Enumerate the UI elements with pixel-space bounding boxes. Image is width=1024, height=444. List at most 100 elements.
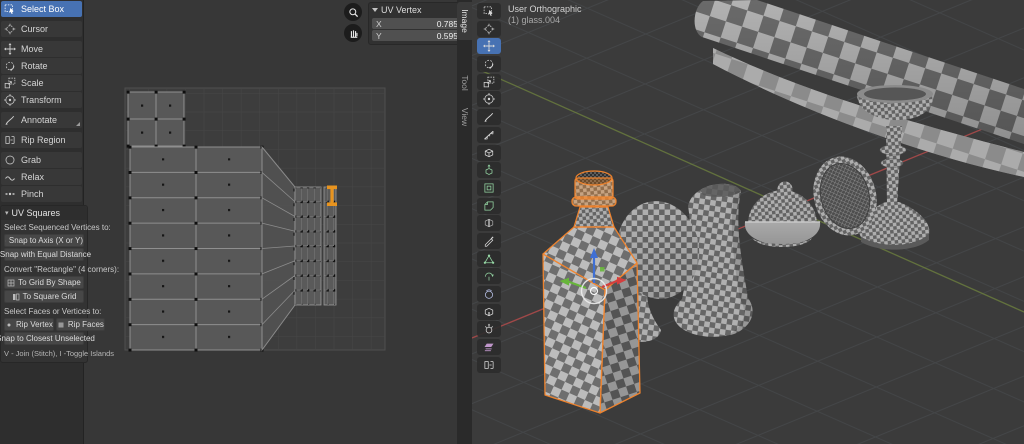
tool-spin[interactable]	[477, 268, 501, 284]
tool-label: Grab	[21, 155, 41, 165]
tab-image[interactable]: Image	[457, 2, 472, 40]
uv-editor-region: Select Box Cursor Move Rotate Scale Tran…	[0, 0, 472, 444]
pinch-icon	[4, 188, 16, 200]
tool-scale[interactable]	[477, 74, 501, 90]
tool-extrude-region[interactable]	[477, 162, 501, 178]
snap-closest-unselected-button[interactable]: Snap to Closest Unselected	[4, 332, 84, 345]
tool-smooth[interactable]	[477, 286, 501, 302]
tool-pinch[interactable]: Pinch	[1, 186, 82, 202]
tool-annotate[interactable]: Annotate	[1, 112, 82, 128]
tool-shrink-fatten[interactable]	[477, 321, 501, 337]
rip-faces-button[interactable]: Rip Faces	[56, 318, 105, 331]
tool-loop-cut[interactable]	[477, 215, 501, 231]
uv-island-small[interactable]	[127, 91, 187, 149]
tool-scale[interactable]: Scale	[1, 75, 82, 91]
to-grid-by-shape-button[interactable]: To Grid By Shape	[4, 276, 84, 289]
tab-label: Tool	[460, 75, 470, 91]
tab-label: View	[460, 108, 470, 126]
viewport-3d-region: User Orthographic (1) glass.004	[472, 0, 1024, 444]
grab-icon	[4, 154, 16, 166]
tab-view[interactable]: View	[457, 102, 472, 132]
tool-knife[interactable]	[477, 233, 501, 249]
button-label: Rip Vertex	[16, 320, 53, 329]
rotate-icon	[4, 60, 16, 72]
scale-icon	[4, 77, 16, 89]
tool-select-box[interactable]	[477, 3, 501, 19]
tool-label: Transform	[21, 95, 62, 105]
panel-title: UV Vertex	[381, 5, 422, 15]
shear-icon	[483, 341, 495, 353]
uv-vertex-header[interactable]: UV Vertex	[372, 5, 462, 17]
y-label: Y	[376, 31, 437, 41]
shrink-fatten-icon	[483, 323, 495, 335]
annotate-icon	[4, 114, 16, 126]
tool-cursor[interactable]	[477, 21, 501, 37]
tool-label: Cursor	[21, 24, 48, 34]
button-label: Rip Faces	[68, 320, 104, 329]
pan-button[interactable]	[344, 24, 362, 42]
tool-transform[interactable]: Transform	[1, 92, 82, 108]
rip-vertex-button[interactable]: Rip Vertex	[4, 318, 54, 331]
spin-icon	[483, 270, 495, 282]
snap-equal-distance-button[interactable]: Snap with Equal Distance	[4, 248, 84, 261]
uv-island-large[interactable]	[129, 146, 266, 354]
tool-poly-build[interactable]	[477, 251, 501, 267]
tool-rotate[interactable]	[477, 56, 501, 72]
tool-edge-slide[interactable]	[477, 304, 501, 320]
button-label: Snap to Axis (X or Y)	[9, 236, 83, 245]
zoom-button[interactable]	[344, 3, 362, 21]
to-square-grid-button[interactable]: To Square Grid	[4, 290, 84, 303]
snap-to-axis-button[interactable]: Snap to Axis (X or Y)	[4, 234, 84, 247]
tool-rip-region[interactable]: Rip Region	[1, 132, 82, 148]
tool-move[interactable]	[477, 38, 501, 54]
collapse-arrow-icon: ▾	[5, 209, 9, 217]
tool-label: Annotate	[21, 115, 57, 125]
tool-measure[interactable]	[477, 127, 501, 143]
tool-cursor[interactable]: Cursor	[1, 21, 82, 37]
tool-add-cube[interactable]	[477, 145, 501, 161]
square-grid-icon	[12, 293, 20, 301]
cursor-icon	[483, 23, 495, 35]
tool-rip-region[interactable]	[477, 357, 501, 373]
transform-icon	[483, 93, 495, 105]
poly-build-icon	[483, 253, 495, 265]
viewport-3d-canvas[interactable]	[472, 0, 1024, 444]
tool-rotate[interactable]: Rotate	[1, 58, 82, 74]
uv-vertex-y-field[interactable]: Y 0.595	[372, 30, 462, 41]
arrows-lr-icon	[5, 237, 6, 245]
loop-cut-icon	[483, 217, 495, 229]
tool-label: Move	[21, 44, 43, 54]
edge-slide-icon	[483, 306, 495, 318]
knife-icon	[483, 235, 495, 247]
uv-vertex-x-field[interactable]: X 0.785	[372, 18, 462, 29]
uv-overlay-buttons	[344, 3, 362, 42]
hand-icon	[348, 28, 359, 39]
x-label: X	[376, 19, 437, 29]
tool-relax[interactable]: Relax	[1, 169, 82, 185]
section-label: Select Sequenced Vertices to:	[1, 220, 87, 233]
y-value: 0.595	[437, 31, 458, 41]
button-label: Snap to Closest Unselected	[0, 334, 95, 343]
tool-select-box[interactable]: Select Box	[1, 1, 82, 17]
uv-squares-header[interactable]: ▾ UV Squares	[1, 206, 87, 220]
section-label: Select Faces or Vertices to:	[1, 304, 87, 317]
tool-annotate[interactable]	[477, 109, 501, 125]
inset-faces-icon	[483, 182, 495, 194]
sidebar-tabs: Image Tool View	[457, 0, 473, 444]
smooth-icon	[483, 288, 495, 300]
collapse-arrow-icon	[372, 8, 378, 12]
tool-bevel[interactable]	[477, 198, 501, 214]
relax-icon	[4, 171, 16, 183]
add-cube-icon	[483, 147, 495, 159]
tool-shear[interactable]	[477, 339, 501, 355]
tool-transform[interactable]	[477, 91, 501, 107]
tool-grab[interactable]: Grab	[1, 152, 82, 168]
extrude-region-icon	[483, 164, 495, 176]
tool-inset-faces[interactable]	[477, 180, 501, 196]
tool-move[interactable]: Move	[1, 41, 82, 57]
panel-title: UV Squares	[12, 208, 61, 218]
tab-tool[interactable]: Tool	[457, 68, 472, 98]
transform-icon	[4, 94, 16, 106]
bevel-icon	[483, 200, 495, 212]
magnifier-icon	[348, 7, 359, 18]
